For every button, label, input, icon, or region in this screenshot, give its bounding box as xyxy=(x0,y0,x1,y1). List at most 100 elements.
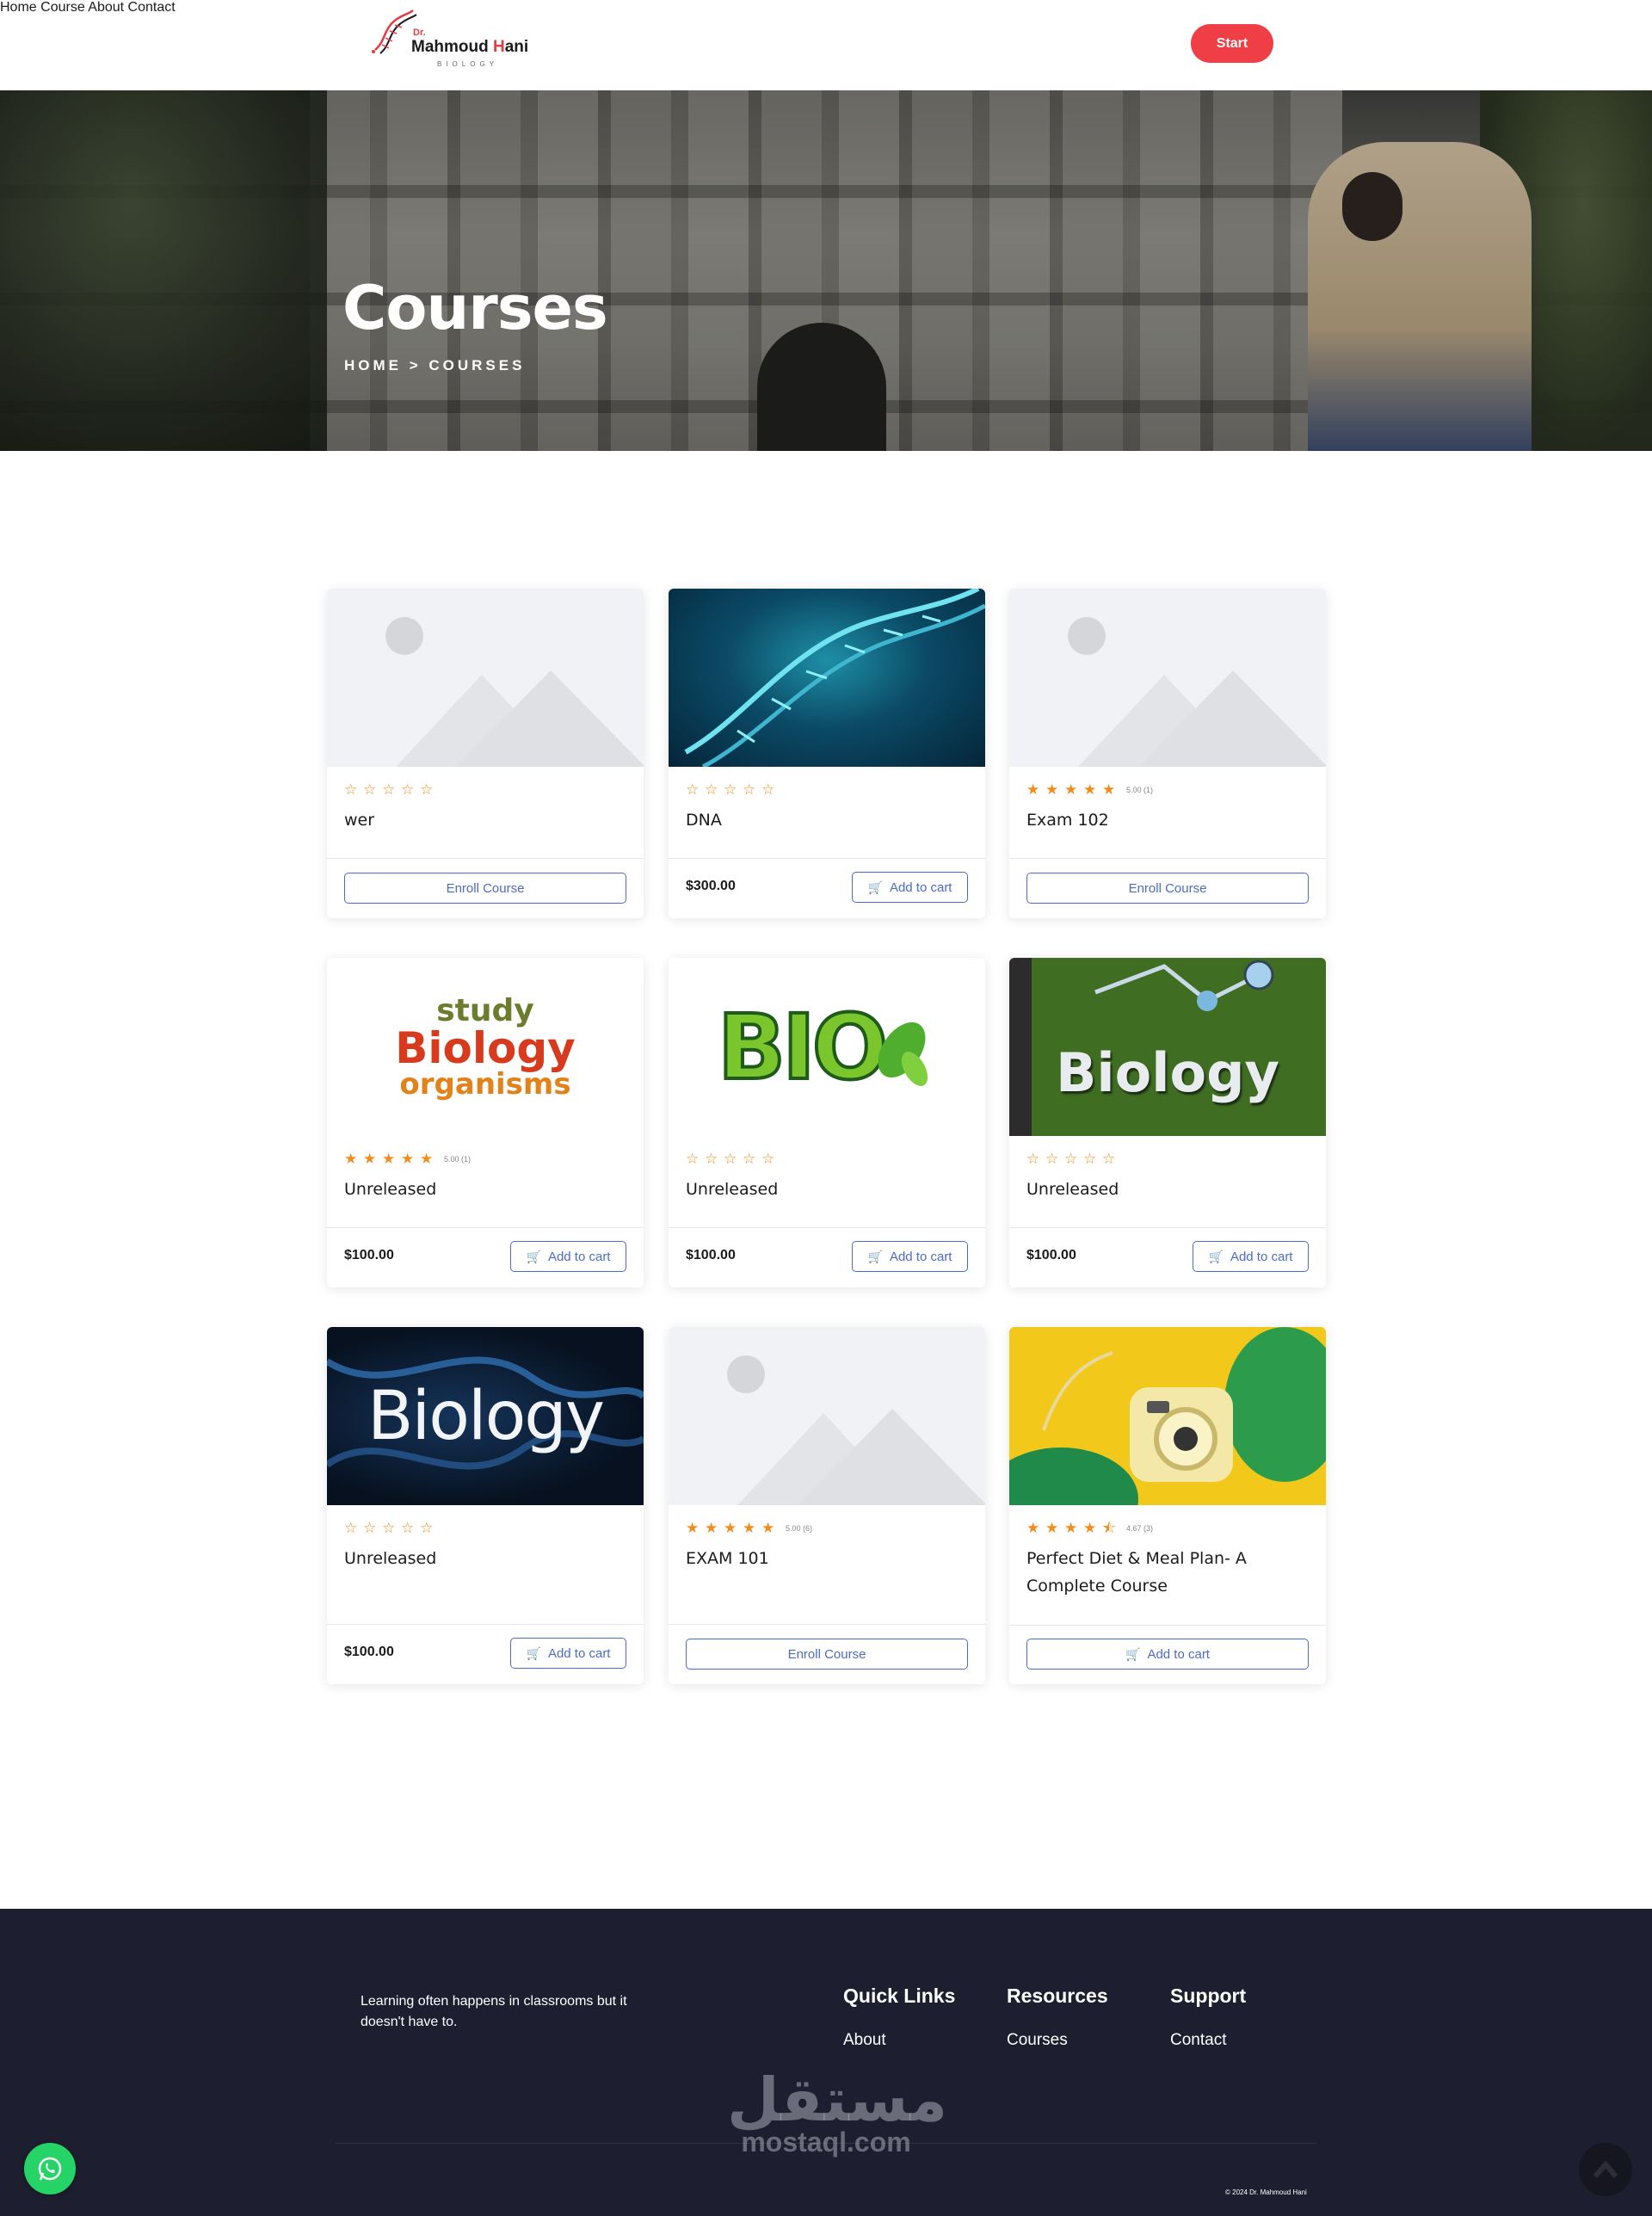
star-icon: ☆ xyxy=(344,1520,358,1536)
course-title[interactable]: Unreleased xyxy=(686,1176,970,1203)
enroll-course-button[interactable]: Enroll Course xyxy=(686,1639,968,1670)
footer-link-about[interactable]: About xyxy=(843,2031,955,2050)
course-image-biology-dark[interactable]: Biology xyxy=(327,1327,644,1505)
star-icon: ☆ xyxy=(1102,1151,1116,1167)
course-title[interactable]: EXAM 101 xyxy=(686,1545,970,1572)
wordcloud-text: study Biology organisms xyxy=(327,958,644,1136)
star-icon: ☆ xyxy=(686,1151,700,1167)
card-divider xyxy=(669,1624,985,1625)
footer-link-contact[interactable]: Contact xyxy=(1170,2031,1246,2050)
course-rating: ★ ★ ★ ★ ★ 5.00 (6) xyxy=(686,1520,812,1536)
whatsapp-button[interactable] xyxy=(24,2143,76,2194)
course-price: $300.00 xyxy=(686,879,736,893)
course-rating: ☆ ☆ ☆ ☆ ☆ xyxy=(1026,1151,1121,1167)
course-card[interactable]: ☆ ☆ ☆ ☆ ☆ DNA $300.00 🛒 Add to cart xyxy=(669,589,985,918)
course-card[interactable]: Biology ☆ ☆ ☆ ☆ ☆ Unreleased $100.00 🛒 Add to car… xyxy=(1009,958,1326,1287)
star-icon: ☆ xyxy=(363,781,377,798)
course-card[interactable]: ★ ★ ★ ★ ★ 5.00 (6) EXAM 101 Enroll Course xyxy=(669,1327,985,1684)
scroll-to-top-button[interactable] xyxy=(1579,2143,1632,2196)
star-icon: ★ xyxy=(1064,1520,1078,1536)
course-title[interactable]: Perfect Diet & Meal Plan- A Complete Cou… xyxy=(1026,1545,1310,1600)
star-icon: ☆ xyxy=(761,1151,775,1167)
course-card[interactable]: ☆ ☆ ☆ ☆ ☆ wer Enroll Course xyxy=(327,589,644,918)
site-footer: Learning often happens in classrooms but… xyxy=(0,1909,1652,2216)
course-card[interactable]: Biology ☆ ☆ ☆ ☆ ☆ Unreleased $100.00 🛒 Add to car… xyxy=(327,1327,644,1684)
add-to-cart-button[interactable]: 🛒 Add to cart xyxy=(510,1638,626,1669)
add-to-cart-button[interactable]: 🛒 Add to cart xyxy=(1193,1241,1309,1272)
rating-text: 5.00 (1) xyxy=(1126,786,1154,794)
footer-copyright: © 2024 Dr. Mahmoud Hani xyxy=(1225,2188,1307,2196)
nav-contact[interactable]: Contact xyxy=(128,0,176,15)
star-icon: ☆ xyxy=(401,781,415,798)
start-button[interactable]: Start xyxy=(1191,24,1273,63)
add-to-cart-label: Add to cart xyxy=(1147,1646,1210,1662)
course-image-camera[interactable] xyxy=(1009,1327,1326,1505)
course-title[interactable]: wer xyxy=(344,806,628,834)
course-title[interactable]: Unreleased xyxy=(344,1545,628,1572)
logo-subtitle: BIOLOGY xyxy=(437,60,499,68)
course-title[interactable]: Unreleased xyxy=(1026,1176,1310,1203)
course-title[interactable]: DNA xyxy=(686,806,970,834)
course-title[interactable]: Unreleased xyxy=(344,1176,628,1203)
card-divider xyxy=(1009,858,1326,859)
course-image-dna[interactable] xyxy=(669,589,985,767)
course-card[interactable]: BIO ☆ ☆ ☆ ☆ ☆ Unreleased $100.00 🛒 Add to cart xyxy=(669,958,985,1287)
dna-helix-graphic xyxy=(684,589,985,767)
add-to-cart-button[interactable]: 🛒 Add to cart xyxy=(1026,1639,1309,1670)
star-icon: ☆ xyxy=(761,781,775,798)
enroll-course-button[interactable]: Enroll Course xyxy=(1026,873,1309,904)
nav-about[interactable]: About xyxy=(88,0,124,15)
nav-course[interactable]: Course xyxy=(40,0,85,15)
star-icon: ⯪ xyxy=(1102,1520,1117,1536)
breadcrumb: HOME > COURSES xyxy=(344,357,526,373)
course-image-placeholder[interactable] xyxy=(669,1327,985,1505)
biology-book-label: Biology xyxy=(1009,984,1326,1136)
star-icon: ☆ xyxy=(705,781,718,798)
rating-text: 4.67 (3) xyxy=(1126,1524,1154,1533)
placeholder-sun xyxy=(385,617,423,655)
cart-icon: 🛒 xyxy=(867,1249,883,1263)
add-to-cart-button[interactable]: 🛒 Add to cart xyxy=(852,1241,968,1272)
placeholder-mountain xyxy=(798,1409,985,1505)
add-to-cart-button[interactable]: 🛒 Add to cart xyxy=(852,872,968,903)
course-rating: ☆ ☆ ☆ ☆ ☆ xyxy=(344,781,439,798)
course-title[interactable]: Exam 102 xyxy=(1026,806,1310,834)
biology-book-text: Biology xyxy=(1056,1041,1279,1104)
logo-name-first: Mahmoud xyxy=(411,38,489,56)
star-icon: ★ xyxy=(686,1520,700,1536)
star-icon: ★ xyxy=(1045,781,1059,798)
card-divider xyxy=(669,858,985,859)
star-icon: ★ xyxy=(1083,1520,1097,1536)
course-card[interactable]: ★ ★ ★ ★ ⯪ 4.67 (3) Perfect Diet & Meal Plan- A… xyxy=(1009,1327,1326,1684)
star-icon: ★ xyxy=(1045,1520,1059,1536)
star-icon: ★ xyxy=(761,1520,775,1536)
course-card[interactable]: ★ ★ ★ ★ ★ 5.00 (1) Exam 102 Enroll Course xyxy=(1009,589,1326,918)
course-rating: ★ ★ ★ ★ ⯪ 4.67 (3) xyxy=(1026,1520,1154,1536)
course-rating: ★ ★ ★ ★ ★ 5.00 (1) xyxy=(1026,781,1154,798)
cart-icon: 🛒 xyxy=(867,880,883,894)
footer-tagline: Learning often happens in classrooms but… xyxy=(361,1994,627,2029)
star-icon: ☆ xyxy=(1026,1151,1040,1167)
course-image-bio-logo[interactable]: BIO xyxy=(669,958,985,1136)
star-icon: ☆ xyxy=(382,1520,396,1536)
course-image-biology-book[interactable]: Biology xyxy=(1009,958,1326,1136)
logo-name-rest: ani xyxy=(504,38,529,56)
star-icon: ★ xyxy=(1064,781,1078,798)
bio-logo-wrap: BIO xyxy=(669,958,985,1136)
star-icon: ☆ xyxy=(724,1151,737,1167)
chevron-up-icon xyxy=(1593,2161,1618,2178)
watermark-arabic: مستقل xyxy=(727,2065,948,2135)
enroll-course-button[interactable]: Enroll Course xyxy=(344,873,626,904)
course-image-placeholder[interactable] xyxy=(1009,589,1326,767)
card-divider xyxy=(669,1227,985,1228)
course-card[interactable]: study Biology organisms ★ ★ ★ ★ ★ 5.00 (1) Unrele… xyxy=(327,958,644,1287)
course-image-placeholder[interactable] xyxy=(327,589,644,767)
nav-home[interactable]: Home xyxy=(0,0,37,15)
footer-col-quick-links: Quick Links About xyxy=(843,1985,955,2050)
footer-link-courses[interactable]: Courses xyxy=(1007,2031,1108,2050)
add-to-cart-button[interactable]: 🛒 Add to cart xyxy=(510,1241,626,1272)
wordcloud-word-biology: Biology xyxy=(395,1022,576,1073)
placeholder-mountain xyxy=(456,670,644,767)
course-image-wordcloud[interactable]: study Biology organisms xyxy=(327,958,644,1136)
site-logo[interactable]: Dr. Mahmoud Hani BIOLOGY xyxy=(368,7,528,69)
